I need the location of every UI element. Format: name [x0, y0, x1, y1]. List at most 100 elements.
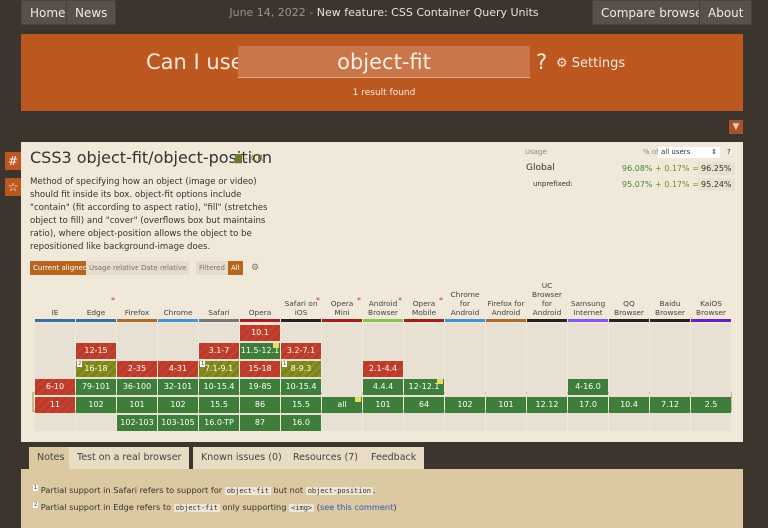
help-button[interactable]: ? — [536, 50, 547, 74]
browser-header[interactable]: Chrome for Android — [445, 284, 485, 319]
tab-resources[interactable]: Resources (7) — [285, 447, 366, 469]
tab-feedback[interactable]: Feedback — [363, 447, 425, 469]
see-comment-link[interactable]: see this comment — [320, 502, 393, 512]
notes-panel: 1 Partial support in Safari refers to su… — [21, 469, 743, 528]
support-cell[interactable]: 16.0-TP — [199, 415, 239, 431]
support-cell[interactable]: 10-15.4 — [199, 379, 239, 395]
support-cell[interactable]: 10-15.4 — [281, 379, 321, 395]
browser-header[interactable]: QQ Browser — [609, 284, 649, 319]
news-date: June 14, 2022 — [229, 6, 306, 19]
support-cell[interactable]: 15.5 — [199, 397, 239, 413]
support-cell[interactable]: 3.1-7 — [199, 343, 239, 359]
browser-header[interactable]: Chrome — [158, 284, 198, 319]
browser-header[interactable]: KaiOS Browser — [691, 284, 731, 319]
browser-header[interactable]: Firefox — [117, 284, 157, 319]
browser-header[interactable]: Edge * — [76, 284, 116, 319]
support-cell[interactable]: 19-85 — [240, 379, 280, 395]
support-cell[interactable]: 32-101 — [158, 379, 198, 395]
table-settings-gear-icon[interactable]: ⚙ — [248, 261, 262, 275]
support-cell[interactable]: 1 7.1-9.1 — [199, 361, 239, 377]
global-total: 96.25% — [698, 162, 735, 175]
browser-column: Opera Mobile * 12-12.1 64 — [404, 284, 444, 431]
all-toggle[interactable]: All — [228, 261, 243, 275]
browser-column: Firefox 2-35 36-100 101 102-103 — [117, 284, 157, 431]
browser-color-bar — [404, 319, 444, 322]
nav-about[interactable]: About — [699, 0, 753, 25]
support-cell[interactable]: 79-101 — [76, 379, 116, 395]
support-cell[interactable]: 2 16-18 — [76, 361, 116, 377]
browser-header[interactable]: Safari — [199, 284, 239, 319]
support-cell[interactable]: 7.12 — [650, 397, 690, 413]
tab-notes[interactable]: Notes — [29, 447, 73, 469]
browser-header[interactable]: Android Browser * — [363, 284, 403, 319]
view-usage-relative[interactable]: Usage relative — [86, 261, 143, 275]
browser-column: KaiOS Browser 2.5 — [691, 284, 731, 431]
support-cell[interactable]: 102 — [158, 397, 198, 413]
search-input[interactable] — [238, 46, 530, 78]
support-cell[interactable]: 101 — [117, 397, 157, 413]
browser-header[interactable]: Opera — [240, 284, 280, 319]
support-cell[interactable]: 17.0 — [568, 397, 608, 413]
browser-header[interactable]: Opera Mini * — [322, 284, 362, 319]
support-cell[interactable]: 64 — [404, 397, 444, 413]
note-2: 2 Partial support in Edge refers to obje… — [33, 502, 397, 512]
support-cell[interactable]: all — [322, 397, 362, 413]
browser-header[interactable]: IE — [35, 284, 75, 319]
support-cell[interactable]: 15-18 — [240, 361, 280, 377]
support-cell[interactable]: 102 — [445, 397, 485, 413]
support-cell[interactable]: 36-100 — [117, 379, 157, 395]
support-cell[interactable]: 2.5 — [691, 397, 731, 413]
support-cell[interactable]: 4.4.4 — [363, 379, 403, 395]
browser-color-bar — [199, 319, 239, 322]
support-cell[interactable]: 86 — [240, 397, 280, 413]
browser-header[interactable]: Samsung Internet — [568, 284, 608, 319]
support-cell[interactable]: 87 — [240, 415, 280, 431]
users-select[interactable]: all users ⇕ — [658, 147, 720, 158]
usage-label: Usage — [525, 148, 547, 156]
filter-icon[interactable]: ▼ — [729, 120, 743, 134]
support-cell[interactable]: 102 — [76, 397, 116, 413]
tab-test-on-a-real-browser[interactable]: Test on a real browser — [69, 447, 190, 469]
support-cell[interactable]: 10.1 — [240, 325, 280, 341]
browser-header[interactable]: Safari on iOS * — [281, 284, 321, 319]
support-cell[interactable]: 103-105 — [158, 415, 198, 431]
support-cell[interactable]: 3.2-7.1 — [281, 343, 321, 359]
support-cell[interactable]: 12-12.1 — [404, 379, 444, 395]
support-cell[interactable]: 12.12 — [527, 397, 567, 413]
support-cell[interactable]: 10.4 — [609, 397, 649, 413]
browser-column: QQ Browser 10.4 — [609, 284, 649, 431]
browser-header[interactable]: Firefox for Android — [486, 284, 526, 319]
support-cell[interactable]: 2.1-4.4 — [363, 361, 403, 377]
support-cell[interactable]: 102-103 — [117, 415, 157, 431]
support-cell[interactable]: 4-16.0 — [568, 379, 608, 395]
support-cell[interactable]: 2-35 — [117, 361, 157, 377]
browser-header[interactable]: UC Browser for Android — [527, 281, 567, 319]
spec-status[interactable]: ▇ - CR — [235, 154, 263, 164]
hash-link-icon[interactable]: # — [5, 152, 21, 170]
search-label: Can I use — [146, 50, 244, 74]
support-cell[interactable]: 101 — [363, 397, 403, 413]
support-cell[interactable]: 15.5 — [281, 397, 321, 413]
filtered-toggle[interactable]: Filtered — [196, 261, 228, 275]
tab-known-issues[interactable]: Known issues (0) — [193, 447, 290, 469]
star-icon[interactable]: ☆ — [5, 178, 21, 196]
support-cell[interactable]: 101 — [486, 397, 526, 413]
support-cell[interactable]: 11 — [35, 397, 75, 413]
support-cell[interactable]: 16.0 — [281, 415, 321, 431]
view-date-relative[interactable]: Date relative — [138, 261, 190, 275]
support-cell[interactable]: 4-31 — [158, 361, 198, 377]
settings-button[interactable]: ⚙ Settings — [556, 56, 625, 71]
view-current-aligned[interactable]: Current aligned — [30, 261, 91, 275]
asterisk-icon: * — [398, 296, 402, 305]
browser-color-bar — [322, 319, 362, 322]
usage-help[interactable]: ? — [727, 148, 731, 156]
browser-header[interactable]: Opera Mobile * — [404, 284, 444, 319]
support-cell[interactable]: 12-15 — [76, 343, 116, 359]
support-cell[interactable]: 11.5-12.1 — [240, 343, 280, 359]
news-text[interactable]: New feature: CSS Container Query Units — [317, 6, 539, 19]
support-cell[interactable]: 6-10 — [35, 379, 75, 395]
browser-color-bar — [158, 319, 198, 322]
users-select-value: all users — [661, 148, 691, 156]
support-cell[interactable]: 1 8-9.3 — [281, 361, 321, 377]
browser-header[interactable]: Baidu Browser — [650, 284, 690, 319]
